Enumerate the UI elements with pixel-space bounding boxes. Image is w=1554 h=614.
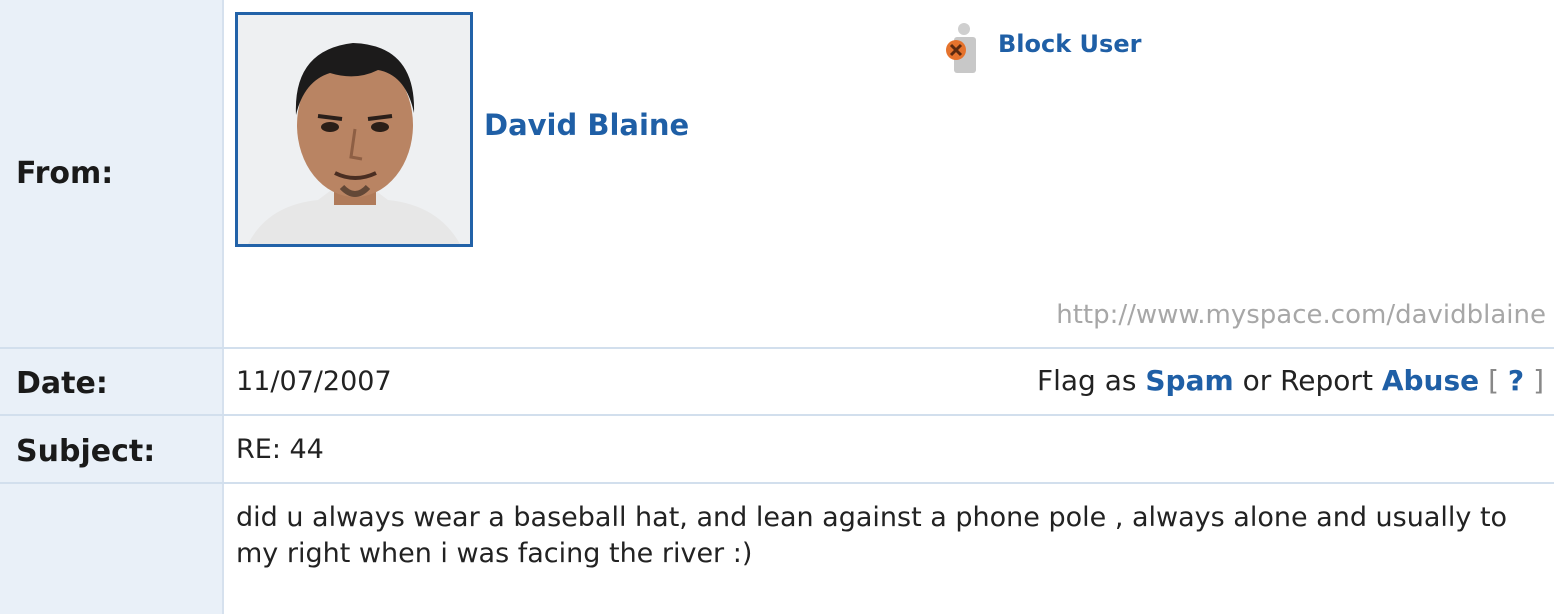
row-divider <box>0 482 1554 484</box>
message-date: 11/07/2007 <box>236 366 392 397</box>
row-divider <box>0 414 1554 416</box>
sender-avatar[interactable] <box>235 12 473 247</box>
profile-url[interactable]: http://www.myspace.com/davidblaine <box>1056 300 1546 330</box>
close-bracket: ] <box>1533 364 1544 397</box>
flag-report-bar: Flag as Spam or Report Abuse [ ? ] <box>1037 364 1544 397</box>
abuse-link[interactable]: Abuse <box>1382 364 1479 397</box>
sender-name-link[interactable]: David Blaine <box>484 108 689 142</box>
row-divider <box>0 347 1554 349</box>
help-link[interactable]: ? <box>1508 364 1524 397</box>
avatar-photo-icon <box>238 15 470 244</box>
from-label: From: <box>16 156 114 191</box>
subject-label: Subject: <box>16 434 156 469</box>
message-subject: RE: 44 <box>236 434 324 465</box>
message-body: did u always wear a baseball hat, and le… <box>236 502 1508 569</box>
spam-link[interactable]: Spam <box>1145 364 1233 397</box>
flag-middle: or Report <box>1242 364 1373 397</box>
date-label: Date: <box>16 366 108 401</box>
block-user-link[interactable]: Block User <box>998 30 1141 58</box>
open-bracket: [ <box>1488 364 1499 397</box>
label-column <box>0 0 224 614</box>
block-user-icon[interactable] <box>944 22 978 74</box>
message-view: From: Date: Subject: David Blaine Block … <box>0 0 1554 614</box>
flag-prefix: Flag as <box>1037 364 1137 397</box>
